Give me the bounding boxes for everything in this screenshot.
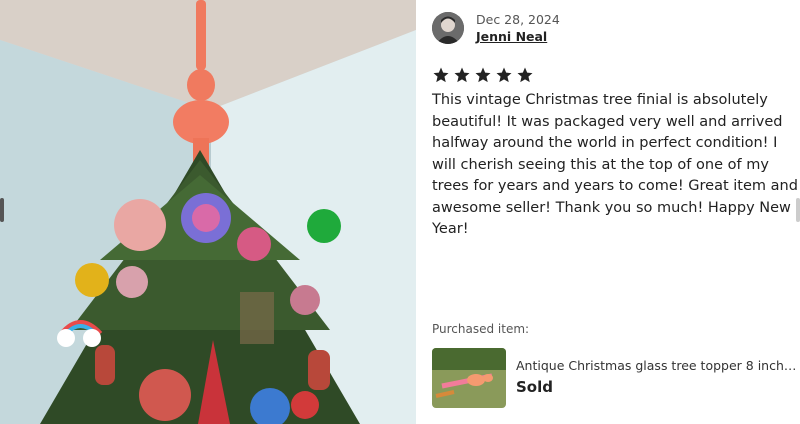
christmas-tree-photo-icon xyxy=(0,0,416,424)
review-text: This vintage Christmas tree finial is ab… xyxy=(432,92,798,237)
item-status-sold: Sold xyxy=(516,378,553,396)
star-rating xyxy=(432,66,534,84)
next-photo-icon[interactable] xyxy=(794,198,800,222)
star-icon xyxy=(517,67,533,83)
review-date: Dec 28, 2024 xyxy=(476,12,560,27)
review-photo[interactable] xyxy=(0,0,416,424)
purchased-item-thumbnail[interactable] xyxy=(432,348,506,408)
purchased-item-label: Purchased item: xyxy=(432,322,530,336)
star-icon xyxy=(454,67,470,83)
reviewer-avatar[interactable] xyxy=(432,12,464,44)
reviewer-name-link[interactable]: Jenni Neal xyxy=(476,29,547,44)
star-icon xyxy=(475,67,491,83)
product-thumbnail-icon xyxy=(432,348,506,408)
review-panel: Dec 28, 2024 Jenni Neal This vintage Chr… xyxy=(416,0,800,424)
previous-photo-icon[interactable] xyxy=(0,198,6,222)
star-icon xyxy=(496,67,512,83)
purchased-item-title-link[interactable]: Antique Christmas glass tree topper 8 in… xyxy=(516,358,800,373)
star-icon xyxy=(433,67,449,83)
avatar-icon xyxy=(432,12,464,44)
